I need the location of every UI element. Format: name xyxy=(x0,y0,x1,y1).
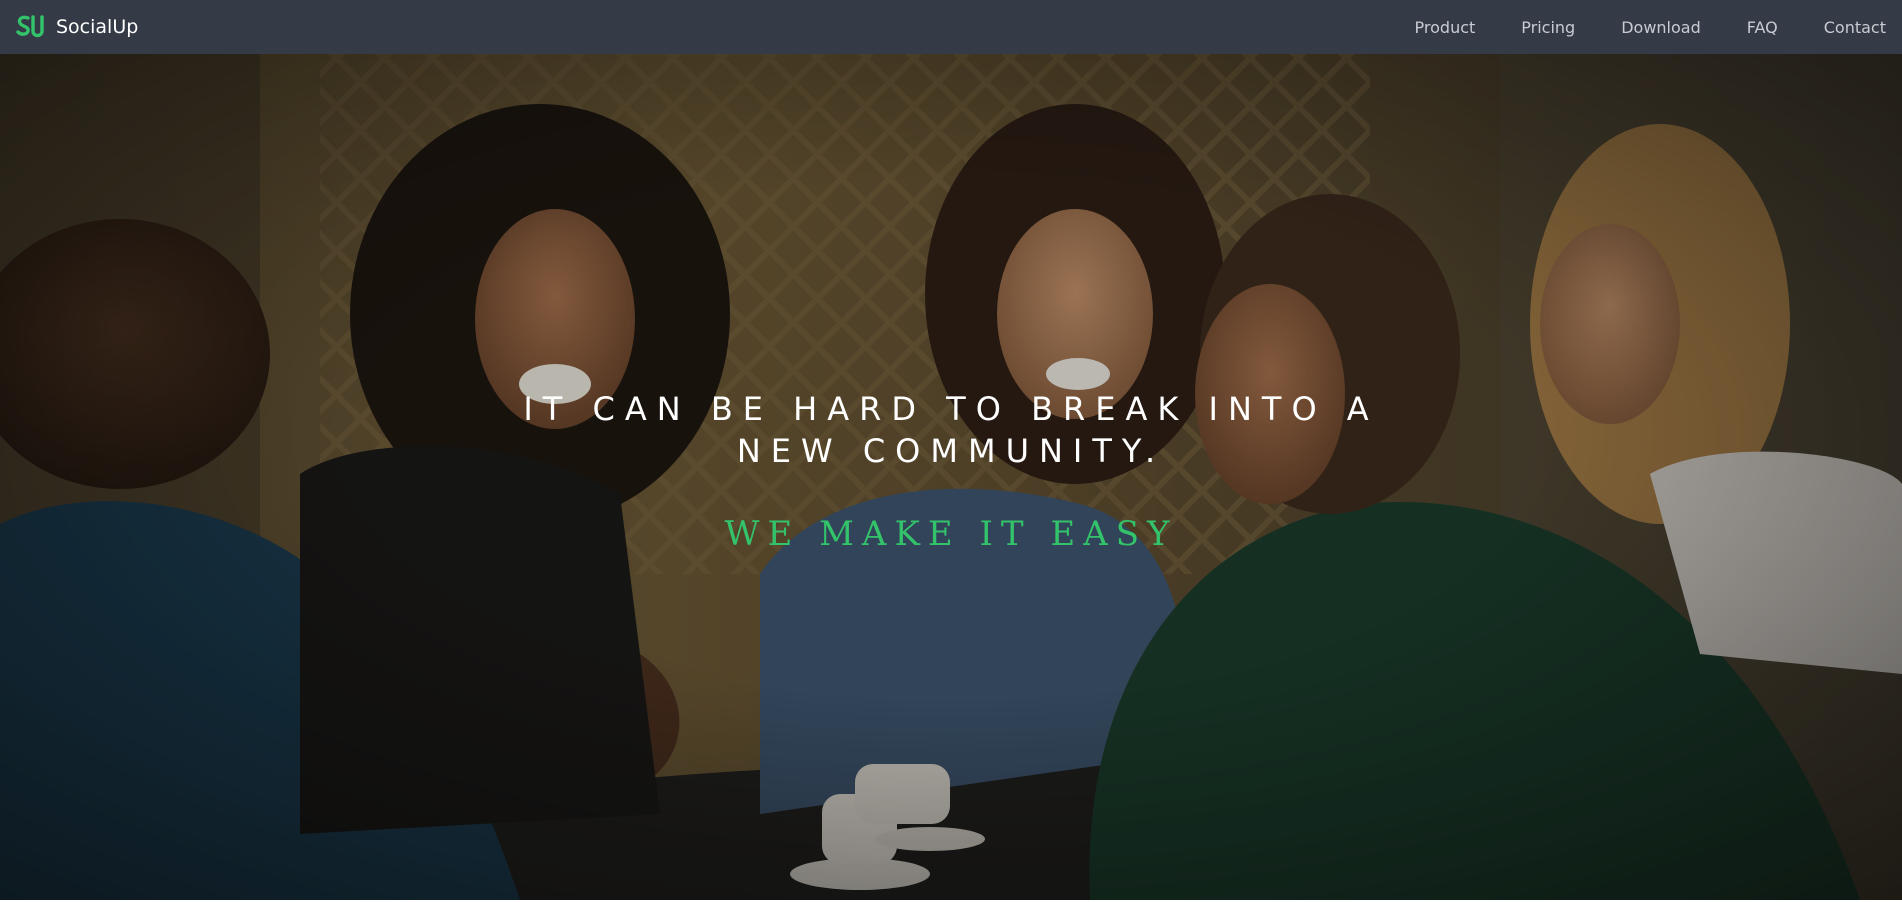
brand-home-link[interactable]: SocialUp xyxy=(16,14,138,40)
hero-headline: IT CAN BE HARD TO BREAK INTO A NEW COMMU… xyxy=(523,390,1379,470)
su-logo-icon xyxy=(16,15,44,38)
nav-link-pricing[interactable]: Pricing xyxy=(1521,18,1575,37)
nav-link-contact[interactable]: Contact xyxy=(1824,18,1886,37)
top-navbar: SocialUp Product Pricing Download FAQ Co… xyxy=(0,0,1902,54)
nav-link-faq[interactable]: FAQ xyxy=(1747,18,1778,37)
hero-section: IT CAN BE HARD TO BREAK INTO A NEW COMMU… xyxy=(0,54,1902,900)
brand-name: SocialUp xyxy=(56,16,139,38)
nav-links: Product Pricing Download FAQ Contact xyxy=(1415,0,1886,54)
hero-text-block: IT CAN BE HARD TO BREAK INTO A NEW COMMU… xyxy=(0,388,1902,554)
nav-link-product[interactable]: Product xyxy=(1415,18,1476,37)
nav-link-download[interactable]: Download xyxy=(1621,18,1701,37)
hero-tagline: WE MAKE IT EASY xyxy=(724,514,1178,554)
